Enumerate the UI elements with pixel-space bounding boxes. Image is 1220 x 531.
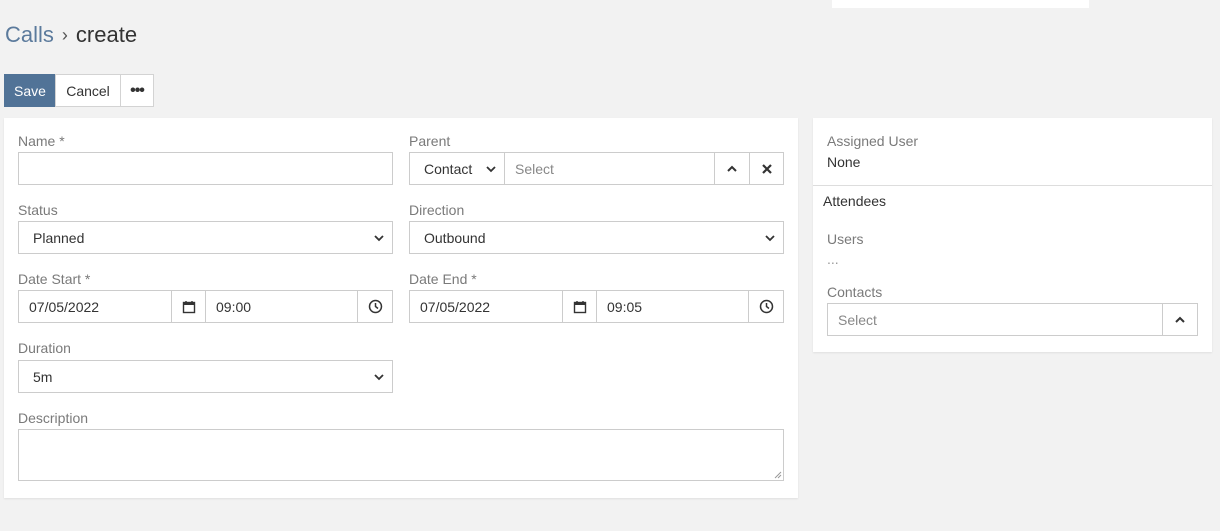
calendar-icon xyxy=(182,300,195,313)
description-value xyxy=(19,430,783,438)
breadcrumb: Calls › create xyxy=(5,20,137,51)
contacts-field: Select xyxy=(827,303,1198,336)
date-start-clock-button[interactable] xyxy=(358,291,392,322)
parent-label: Parent xyxy=(409,133,451,149)
date-start-date-value: 07/05/2022 xyxy=(29,298,100,315)
breadcrumb-separator: › xyxy=(61,25,68,45)
duration-label: Duration xyxy=(18,340,71,356)
date-end-date-input[interactable]: 07/05/2022 xyxy=(410,291,563,322)
date-start-time-input[interactable]: 09:00 xyxy=(206,291,358,322)
date-end-time-input[interactable]: 09:05 xyxy=(597,291,749,322)
direction-select[interactable]: Outbound xyxy=(409,221,784,254)
contacts-label: Contacts xyxy=(827,284,883,300)
assigned-user-label: Assigned User xyxy=(827,133,919,149)
side-divider xyxy=(813,185,1212,186)
resize-grip-icon[interactable] xyxy=(774,471,782,479)
users-value: ... xyxy=(827,251,839,267)
parent-search-input[interactable]: Select xyxy=(505,153,715,184)
parent-clear-button[interactable] xyxy=(750,153,783,184)
date-end-clock-button[interactable] xyxy=(749,291,783,322)
description-label: Description xyxy=(18,410,89,426)
parent-type-select[interactable]: Contact xyxy=(410,153,505,184)
cancel-button[interactable]: Cancel xyxy=(55,74,121,107)
chevron-up-icon xyxy=(727,165,737,172)
date-start-date-input[interactable]: 07/05/2022 xyxy=(19,291,172,322)
contacts-select-button[interactable] xyxy=(1163,304,1197,335)
page-title: create xyxy=(75,22,138,47)
contacts-placeholder: Select xyxy=(838,311,877,328)
parent-placeholder: Select xyxy=(515,160,554,177)
date-end-field: 07/05/2022 09:05 xyxy=(409,290,784,323)
status-label: Status xyxy=(18,202,58,218)
main-form-panel: Name * Parent Contact Select Status Plan… xyxy=(4,118,798,498)
date-end-date-value: 07/05/2022 xyxy=(420,298,491,315)
action-buttons: Save Cancel ••• xyxy=(4,74,154,107)
date-end-calendar-button[interactable] xyxy=(563,291,597,322)
side-panel: Assigned User None Attendees Users ... C… xyxy=(813,118,1212,352)
date-start-calendar-button[interactable] xyxy=(172,291,206,322)
close-icon xyxy=(761,163,772,174)
date-start-time-value: 09:00 xyxy=(216,298,252,315)
save-button[interactable]: Save xyxy=(4,74,56,107)
date-start-label: Date Start * xyxy=(18,271,91,287)
description-textarea[interactable] xyxy=(18,429,784,481)
chevron-down-icon xyxy=(486,165,496,172)
status-select[interactable]: Planned xyxy=(18,221,393,254)
calendar-icon xyxy=(573,300,586,313)
attendees-heading: Attendees xyxy=(823,193,887,209)
parent-field: Contact Select xyxy=(409,152,784,185)
date-start-field: 07/05/2022 09:00 xyxy=(18,290,393,323)
name-input[interactable] xyxy=(18,152,393,185)
chevron-down-icon xyxy=(374,373,384,380)
users-label: Users xyxy=(827,231,864,247)
status-value: Planned xyxy=(33,229,85,246)
direction-value: Outbound xyxy=(424,229,486,246)
duration-value: 5m xyxy=(33,368,53,385)
parent-select-button[interactable] xyxy=(715,153,750,184)
breadcrumb-calls-link[interactable]: Calls xyxy=(5,22,54,47)
clock-icon xyxy=(759,299,773,314)
clock-icon xyxy=(368,299,382,314)
chevron-down-icon xyxy=(374,234,384,241)
chevron-down-icon xyxy=(765,234,775,241)
more-actions-button[interactable]: ••• xyxy=(120,74,154,107)
assigned-user-value: None xyxy=(827,154,861,170)
date-end-label: Date End * xyxy=(409,271,477,287)
chevron-up-icon xyxy=(1175,316,1185,323)
date-end-time-value: 09:05 xyxy=(607,298,643,315)
contacts-search-input[interactable]: Select xyxy=(828,304,1164,335)
direction-label: Direction xyxy=(409,202,465,218)
parent-type-value: Contact xyxy=(424,160,473,177)
global-search-input[interactable] xyxy=(832,0,1089,8)
duration-select[interactable]: 5m xyxy=(18,360,393,393)
name-label: Name * xyxy=(18,133,65,149)
